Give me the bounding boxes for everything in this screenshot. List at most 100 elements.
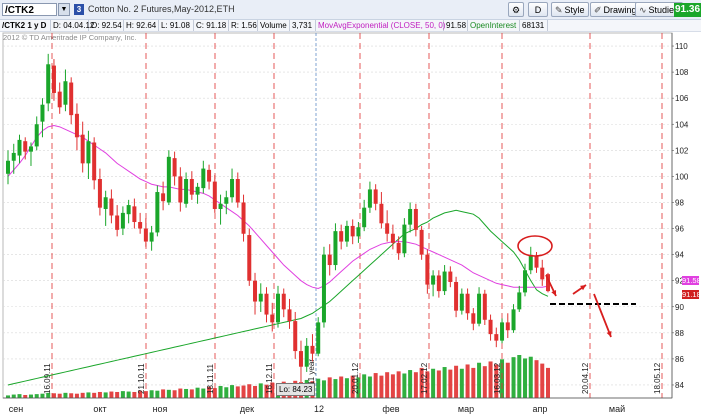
volume-bar xyxy=(166,389,171,398)
volume-bar xyxy=(379,375,384,398)
y-tick-label: 90 xyxy=(675,303,684,312)
x-tick-label: апр xyxy=(533,404,548,414)
x-tick-label: 12 xyxy=(314,404,324,414)
candle-body xyxy=(482,293,487,320)
candle-body xyxy=(287,309,292,322)
candle-body xyxy=(172,158,177,177)
candle-body xyxy=(258,293,263,302)
volume-bar xyxy=(471,367,476,398)
candle-body xyxy=(120,212,125,229)
x-tick-label: сен xyxy=(9,404,24,414)
candle-body xyxy=(350,225,355,237)
candle-body xyxy=(333,231,338,266)
candle-body xyxy=(500,322,505,341)
candle-body xyxy=(97,179,102,208)
y-tick-label: 96 xyxy=(675,225,684,234)
volume-bar xyxy=(11,394,16,398)
candle-body xyxy=(6,160,10,174)
close-price-tag: 91.18 xyxy=(682,290,701,300)
volume-bar xyxy=(17,394,22,398)
volume-bar xyxy=(482,366,487,398)
y-tick-label: 98 xyxy=(675,198,684,207)
volume-bar xyxy=(408,370,413,398)
volume-bar xyxy=(63,392,68,398)
volume-bar xyxy=(178,388,183,398)
candle-body xyxy=(298,351,303,367)
candle-body xyxy=(419,229,424,255)
candle-body xyxy=(454,281,459,311)
candle-body xyxy=(155,192,160,233)
candle-body xyxy=(218,203,223,209)
candle-body xyxy=(86,141,91,164)
x-tick-label: мар xyxy=(458,404,474,414)
candle-body xyxy=(385,223,390,234)
volume-bar xyxy=(189,389,194,398)
volume-bar xyxy=(230,385,235,398)
price-chart[interactable]: 16.09.11 21.10.11 18.11.11 16.12.11 2011 yea… xyxy=(0,0,701,418)
candle-body xyxy=(74,113,79,138)
x-tick-label: фев xyxy=(382,404,399,414)
y-tick-label: 100 xyxy=(675,172,689,181)
candle-body xyxy=(281,293,286,310)
volume-bar xyxy=(155,390,160,398)
volume-bar xyxy=(28,394,33,398)
expiration-label: 16.09.11 xyxy=(43,363,52,394)
candle-body xyxy=(103,197,108,209)
candle-body xyxy=(28,146,33,152)
candle-body xyxy=(69,82,74,116)
candle-body xyxy=(327,254,332,266)
candle-body xyxy=(241,202,246,234)
candle-body xyxy=(528,255,533,271)
volume-bar xyxy=(57,393,62,398)
candle-body xyxy=(46,64,51,104)
y-tick-label: 102 xyxy=(675,146,689,155)
expiration-label: 20.01.12 xyxy=(351,362,360,394)
copyright: 2012 © TD Ameritrade IP Company, Inc. xyxy=(3,33,137,42)
volume-bar xyxy=(534,360,539,398)
volume-bar xyxy=(224,387,229,398)
candle-body xyxy=(511,309,516,331)
candle-body xyxy=(207,169,212,182)
volume-bar xyxy=(316,378,321,398)
volume-bar xyxy=(454,365,459,398)
volume-bar xyxy=(132,391,137,398)
x-tick-label: дек xyxy=(240,404,254,414)
candle-body xyxy=(425,254,430,285)
candle-body xyxy=(115,215,120,230)
volume-bar xyxy=(34,394,39,398)
candle-body xyxy=(57,91,62,108)
candle-body xyxy=(505,322,510,331)
expiration-label: 20.04.12 xyxy=(581,362,590,394)
candle-body xyxy=(396,242,401,254)
volume-bar xyxy=(103,392,108,398)
volume-bar xyxy=(115,391,120,398)
candle-body xyxy=(230,179,235,198)
volume-bar xyxy=(69,393,74,398)
volume-bar xyxy=(74,393,79,398)
plot-area xyxy=(2,32,673,399)
volume-bar xyxy=(436,370,441,398)
volume-bar xyxy=(149,390,154,398)
candle-body xyxy=(161,193,166,202)
candle-body xyxy=(92,142,97,181)
volume-bar xyxy=(109,391,114,398)
volume-bar xyxy=(161,389,166,398)
candle-body xyxy=(63,81,68,105)
expiration-label: 16.12.11 xyxy=(265,363,274,394)
volume-bar xyxy=(321,380,326,398)
low-marker: Lo: 84.23 xyxy=(276,383,316,396)
volume-bar xyxy=(528,356,533,398)
volume-bar xyxy=(523,358,528,398)
candle-body xyxy=(465,293,470,314)
x-tick-label: окт xyxy=(93,404,106,414)
volume-bar xyxy=(362,374,367,398)
candle-body xyxy=(339,231,344,242)
y-tick-label: 88 xyxy=(675,329,684,338)
candle-body xyxy=(253,280,258,302)
x-axis: сен окт ноя дек 12 фев мар апр май xyxy=(3,397,672,414)
candle-body xyxy=(149,232,154,242)
expiration-label: 17.02.12 xyxy=(420,362,429,394)
candle-body xyxy=(247,235,252,281)
candle-body xyxy=(540,267,545,280)
candle-body xyxy=(184,179,189,204)
